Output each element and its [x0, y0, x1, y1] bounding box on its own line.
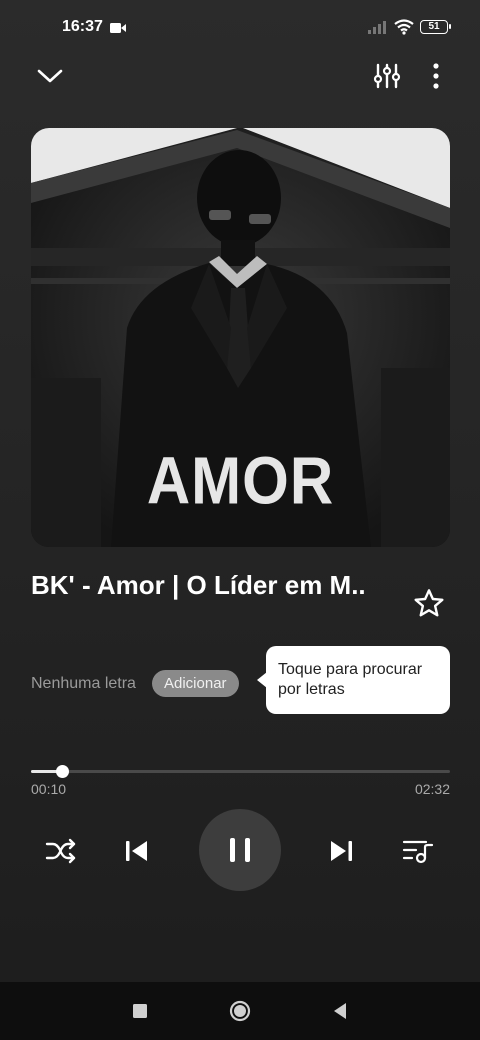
skip-next-icon — [331, 841, 352, 861]
back-button[interactable] — [322, 993, 358, 1029]
next-button[interactable] — [320, 830, 362, 872]
status-bar: 16:37 51 — [0, 0, 480, 56]
seek-bar-thumb[interactable] — [56, 765, 70, 778]
chevron-down-icon — [37, 69, 63, 83]
total-time: 02:32 — [414, 781, 450, 797]
play-pause-button[interactable] — [199, 809, 281, 891]
shuffle-icon — [45, 838, 76, 864]
triangle-back-icon — [334, 1003, 346, 1019]
pause-icon — [230, 838, 250, 862]
wifi-icon — [394, 19, 414, 35]
video-camera-icon — [110, 23, 126, 33]
circle-icon — [229, 1000, 251, 1022]
lyrics-tooltip: Toque para procurar por letras — [257, 646, 450, 714]
queue-music-icon — [402, 840, 434, 864]
lyrics-status: Nenhuma letra — [31, 675, 136, 692]
star-outline-icon — [414, 589, 444, 617]
album-art: AMOR — [31, 128, 450, 547]
song-title: BK' - Amor | O Líder em M.. — [31, 570, 366, 600]
seek-bar[interactable] — [31, 765, 450, 778]
home-button[interactable] — [222, 993, 258, 1029]
more-options-button[interactable] — [420, 58, 452, 94]
favorite-button[interactable] — [408, 582, 450, 624]
add-lyrics-button[interactable]: Adicionar — [152, 670, 239, 697]
more-vertical-icon — [433, 63, 439, 89]
queue-button[interactable] — [397, 830, 439, 872]
recents-button[interactable] — [122, 993, 158, 1029]
equalizer-icon — [373, 63, 401, 89]
shuffle-button[interactable] — [40, 830, 82, 872]
skip-previous-icon — [126, 841, 147, 861]
previous-button[interactable] — [116, 830, 158, 872]
album-art-text: AMOR — [146, 442, 335, 519]
signal-icon — [368, 21, 386, 34]
battery-indicator: 51 — [420, 20, 451, 34]
collapse-button[interactable] — [30, 58, 70, 94]
status-time: 16:37 — [62, 18, 103, 35]
current-time: 00:10 — [31, 781, 67, 797]
equalizer-button[interactable] — [366, 58, 408, 94]
square-icon — [133, 1004, 147, 1018]
